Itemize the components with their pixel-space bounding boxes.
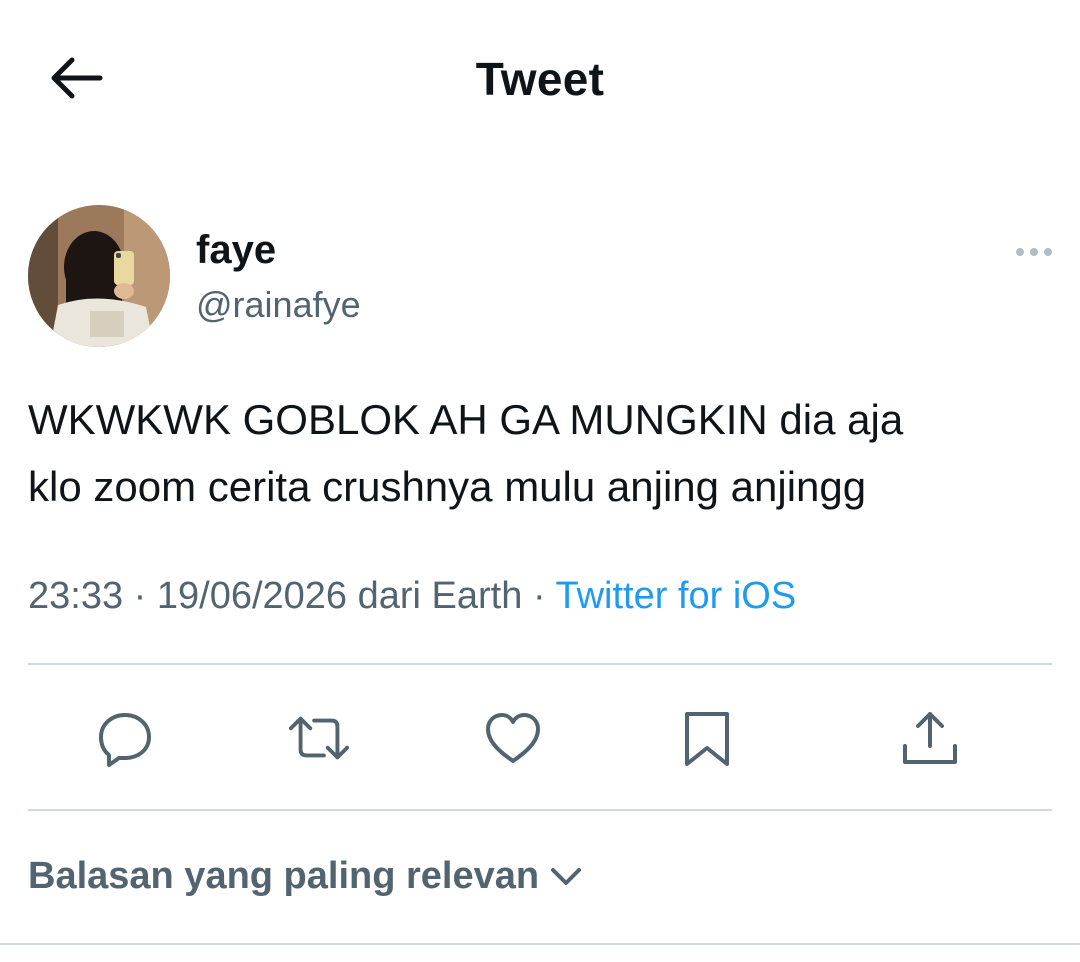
- tweet-detail-screen: Tweet faye @rainafye WKWKWK GOBLOK AH GA…: [0, 0, 1080, 962]
- chevron-down-icon: [549, 866, 583, 888]
- tweet-location: dari Earth: [357, 575, 523, 617]
- tweet-meta: 23:33 · 19/06/2026 dari Earth · Twitter …: [28, 575, 796, 618]
- divider: [28, 663, 1052, 665]
- retweet-icon: [288, 716, 350, 760]
- meta-separator: ·: [532, 575, 546, 617]
- tweet-text-line: klo zoom cerita crushnya mulu anjing anj…: [28, 463, 867, 510]
- more-horizontal-icon: [1016, 248, 1052, 256]
- meta-separator: ·: [133, 575, 147, 617]
- tweet-text-line: WKWKWK GOBLOK AH GA MUNGKIN dia aja: [28, 396, 904, 443]
- author-handle[interactable]: @rainafye: [196, 284, 361, 326]
- reply-button[interactable]: [93, 706, 157, 770]
- tweet-text: WKWKWK GOBLOK AH GA MUNGKIN dia aja klo …: [28, 386, 1038, 520]
- divider: [28, 809, 1052, 811]
- bookmark-button[interactable]: [675, 706, 739, 770]
- tweet-date[interactable]: 19/06/2026: [157, 575, 347, 617]
- avatar[interactable]: [28, 205, 170, 347]
- like-button[interactable]: [481, 706, 545, 770]
- sort-label: Balasan yang paling relevan: [28, 855, 540, 897]
- reply-icon: [99, 713, 151, 767]
- share-icon: [903, 712, 957, 764]
- avatar-photo: [28, 205, 170, 347]
- heart-icon: [486, 713, 540, 763]
- tweet-source-link[interactable]: Twitter for iOS: [555, 575, 796, 617]
- tweet-time[interactable]: 23:33: [28, 575, 123, 617]
- divider: [0, 943, 1080, 945]
- retweet-button[interactable]: [287, 706, 351, 770]
- reply-sort-button[interactable]: Balasan yang paling relevan: [28, 855, 583, 898]
- page-title: Tweet: [475, 53, 605, 105]
- bookmark-icon: [685, 712, 729, 766]
- more-options-button[interactable]: [1008, 236, 1060, 268]
- share-button[interactable]: [898, 706, 962, 770]
- author-name[interactable]: faye: [196, 228, 276, 273]
